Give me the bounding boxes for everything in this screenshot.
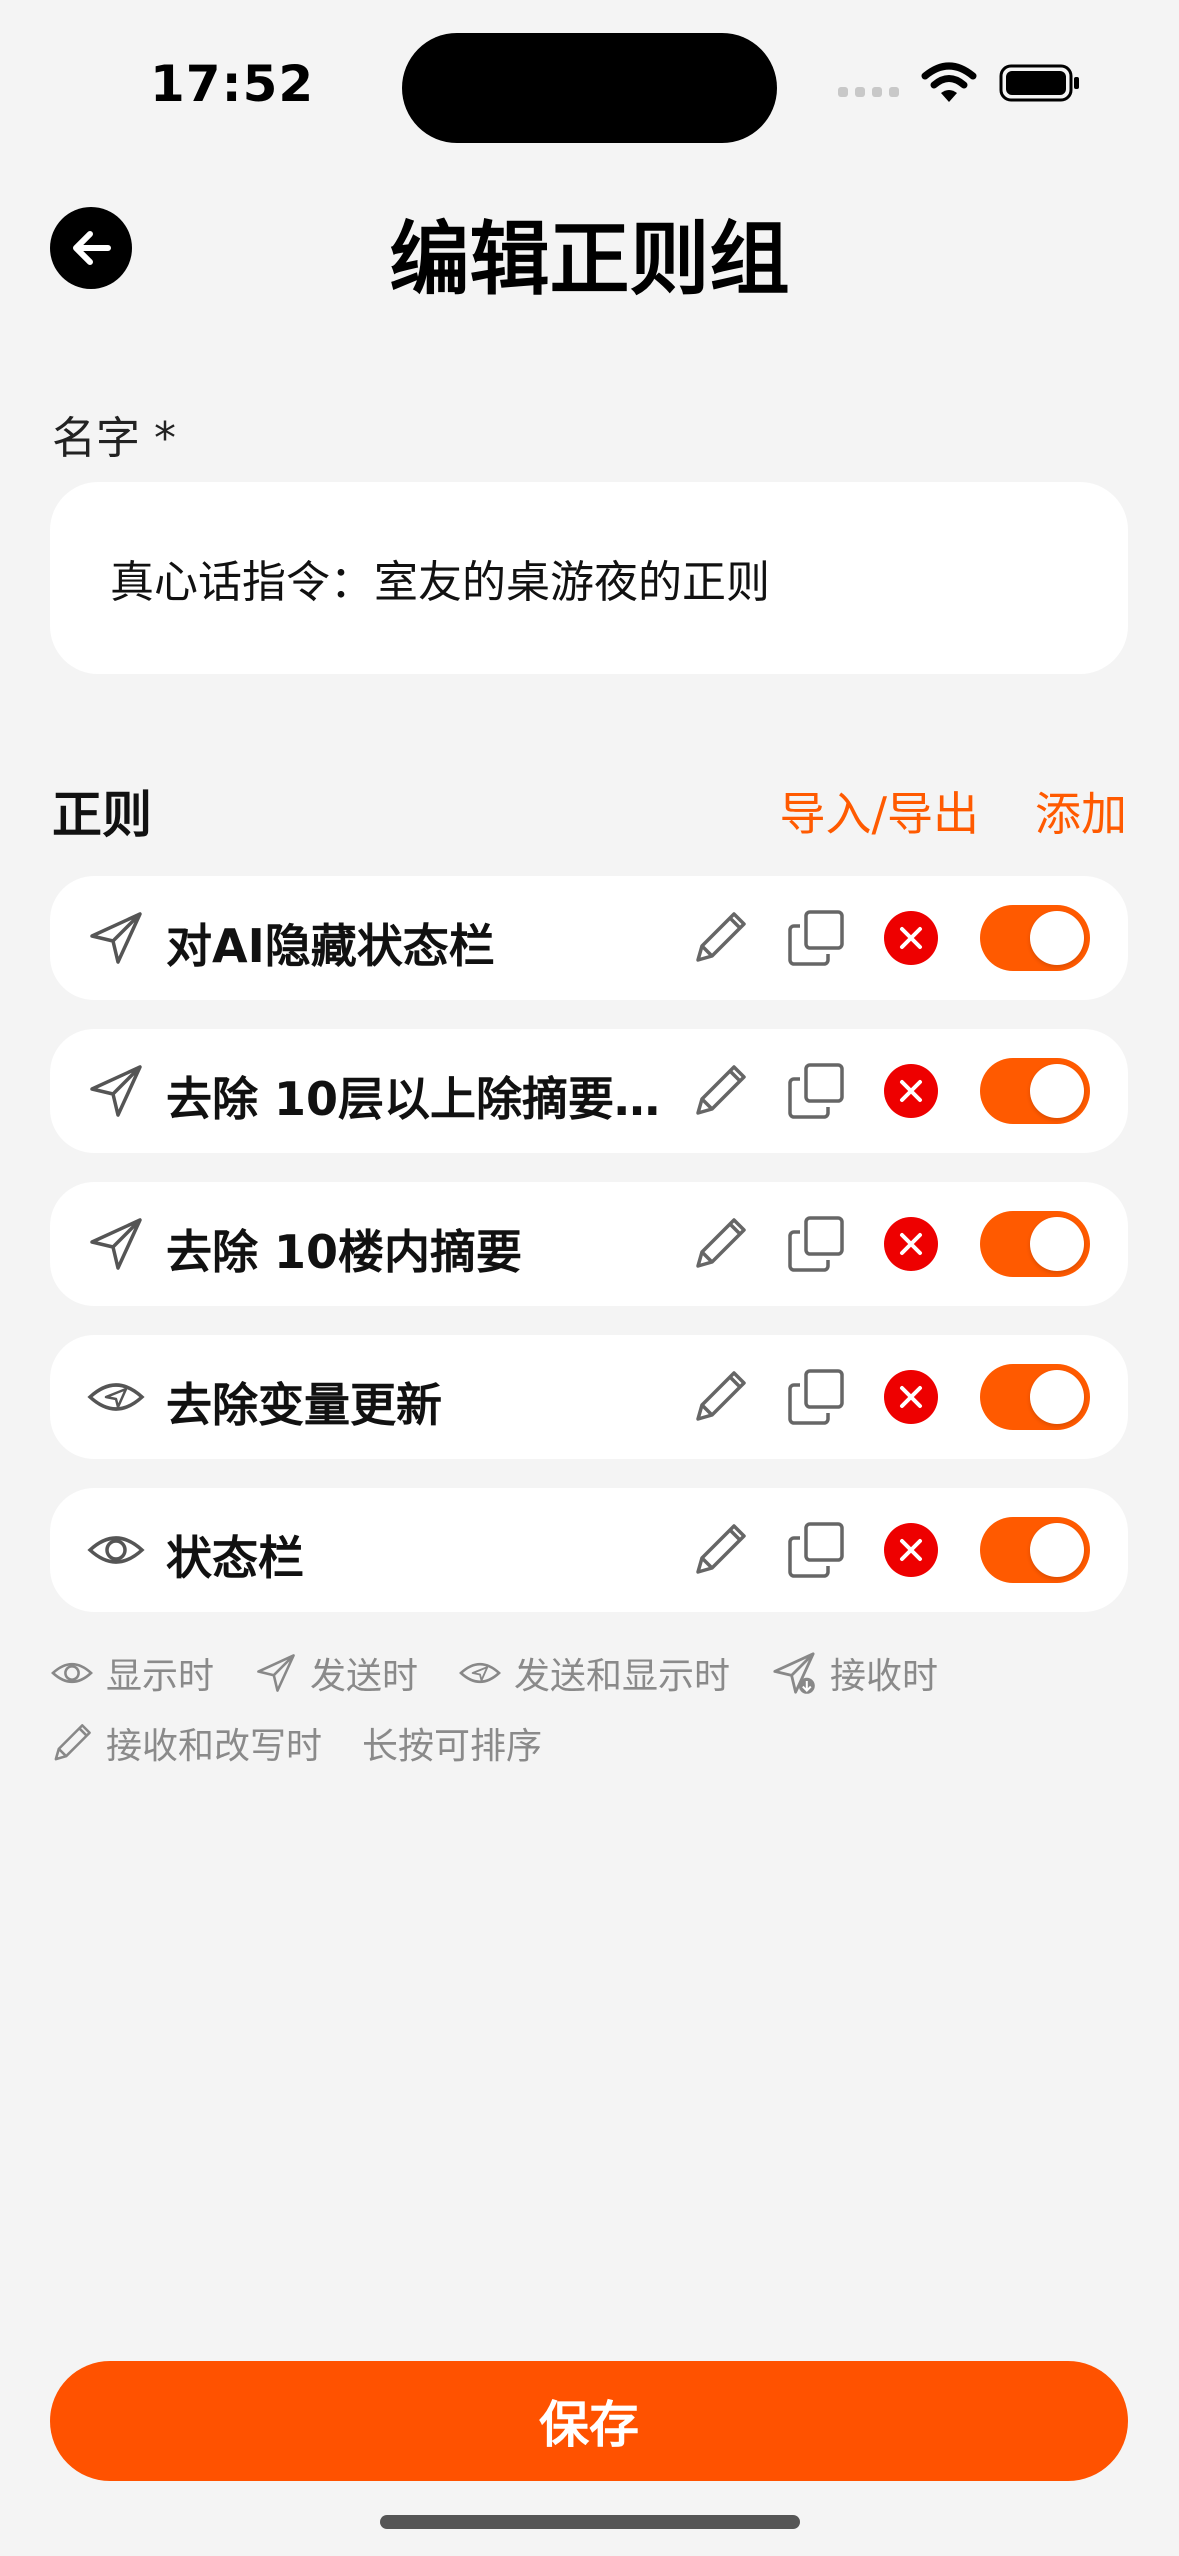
delete-icon[interactable] <box>884 911 938 965</box>
edit-pencil-icon <box>54 1724 91 1761</box>
edit-pencil-icon[interactable] <box>690 1367 750 1427</box>
legend-send-label: 发送时 <box>310 1656 419 1697</box>
rule-enabled-toggle[interactable] <box>980 1364 1090 1430</box>
legend-receive: 接收时 <box>770 1647 938 1699</box>
rule-name: 状态栏 <box>166 1531 304 1585</box>
page-title: 编辑正则组 <box>389 213 790 306</box>
toggle-knob <box>1030 911 1084 965</box>
wifi-icon <box>921 62 977 102</box>
copy-icon[interactable] <box>786 1367 846 1427</box>
legend-send-display: 发送和显示时 <box>458 1647 730 1699</box>
send-eye-icon <box>87 1383 145 1411</box>
send-icon <box>90 912 142 964</box>
sort-hint: 长按可排序 <box>362 1717 542 1769</box>
import-export-link[interactable]: 导入/导出 <box>780 778 980 844</box>
copy-icon[interactable] <box>786 1214 846 1274</box>
rule-row[interactable]: 去除变量更新 <box>50 1335 1128 1459</box>
delete-icon[interactable] <box>884 1064 938 1118</box>
delete-icon[interactable] <box>884 1523 938 1577</box>
rule-enabled-toggle[interactable] <box>980 1211 1090 1277</box>
toggle-knob <box>1030 1064 1084 1118</box>
name-input[interactable]: 真心话指令：室友的桌游夜的正则 <box>50 482 1128 674</box>
page: 17:52 编辑正则组 名字 * 真心话指令：室友的桌游夜的正则 正则 导入/导… <box>0 0 1179 2556</box>
toggle-knob <box>1030 1217 1084 1271</box>
rule-row[interactable]: 对AI隐藏状态栏 <box>50 876 1128 1000</box>
rule-enabled-toggle[interactable] <box>980 1517 1090 1583</box>
status-time: 17:52 <box>150 55 315 113</box>
name-label: 名字 * <box>52 413 176 464</box>
copy-icon[interactable] <box>786 908 846 968</box>
save-button[interactable]: 保存 <box>50 2361 1128 2481</box>
edit-pencil-icon[interactable] <box>690 1061 750 1121</box>
rule-row[interactable]: 状态栏 <box>50 1488 1128 1612</box>
edit-pencil-icon[interactable] <box>690 1214 750 1274</box>
save-button-label: 保存 <box>539 2396 639 2454</box>
legend: 显示时 发送时 发送和显示时 接收时 接收和改写时 长按可排序 <box>50 1648 1130 1788</box>
send-icon <box>90 1218 142 1270</box>
legend-receive-rewrite: 接收和改写时 <box>50 1717 322 1769</box>
rule-enabled-toggle[interactable] <box>980 1058 1090 1124</box>
legend-display-label: 显示时 <box>106 1656 215 1697</box>
rule-name: 去除 10层以上除摘要外的内容 <box>166 1072 706 1126</box>
battery-icon <box>999 64 1079 102</box>
send-icon <box>257 1654 295 1692</box>
legend-receive-rewrite-label: 接收和改写时 <box>106 1726 323 1767</box>
send-icon <box>90 1065 142 1117</box>
dynamic-island <box>402 33 777 143</box>
status-icons <box>838 62 1081 104</box>
edit-pencil-icon[interactable] <box>690 1520 750 1580</box>
rules-section-title: 正则 <box>52 786 152 844</box>
legend-row: 接收和改写时 长按可排序 <box>50 1718 1130 1768</box>
toggle-knob <box>1030 1523 1084 1577</box>
legend-send: 发送时 <box>254 1647 418 1699</box>
rule-name: 对AI隐藏状态栏 <box>166 919 495 973</box>
eye-icon <box>51 1662 93 1684</box>
rules-actions: 导入/导出 添加 <box>780 778 1128 844</box>
legend-display: 显示时 <box>50 1647 214 1699</box>
legend-send-display-label: 发送和显示时 <box>514 1656 731 1697</box>
cellular-signal-icon <box>838 87 899 97</box>
edit-pencil-icon[interactable] <box>690 908 750 968</box>
add-rule-link[interactable]: 添加 <box>1035 778 1127 844</box>
delete-icon[interactable] <box>884 1217 938 1271</box>
rule-name: 去除 10楼内摘要 <box>166 1225 523 1279</box>
delete-icon[interactable] <box>884 1370 938 1424</box>
copy-icon[interactable] <box>786 1520 846 1580</box>
send-eye-icon <box>459 1662 501 1684</box>
home-indicator[interactable] <box>380 2515 800 2529</box>
legend-row: 显示时 发送时 发送和显示时 接收时 <box>50 1648 1130 1698</box>
eye-icon <box>87 1536 145 1564</box>
copy-icon[interactable] <box>786 1061 846 1121</box>
rule-row[interactable]: 去除 10楼内摘要 <box>50 1182 1128 1306</box>
name-input-value: 真心话指令：室友的桌游夜的正则 <box>110 557 770 608</box>
receive-icon <box>773 1652 815 1694</box>
rule-list: 对AI隐藏状态栏 去除 10层以上除摘要外的内容 <box>50 876 1128 1641</box>
legend-receive-label: 接收时 <box>830 1656 939 1697</box>
sort-hint-label: 长按可排序 <box>362 1726 543 1767</box>
toggle-knob <box>1030 1370 1084 1424</box>
rule-enabled-toggle[interactable] <box>980 905 1090 971</box>
rule-row[interactable]: 去除 10层以上除摘要外的内容 <box>50 1029 1128 1153</box>
rule-name: 去除变量更新 <box>166 1378 442 1432</box>
